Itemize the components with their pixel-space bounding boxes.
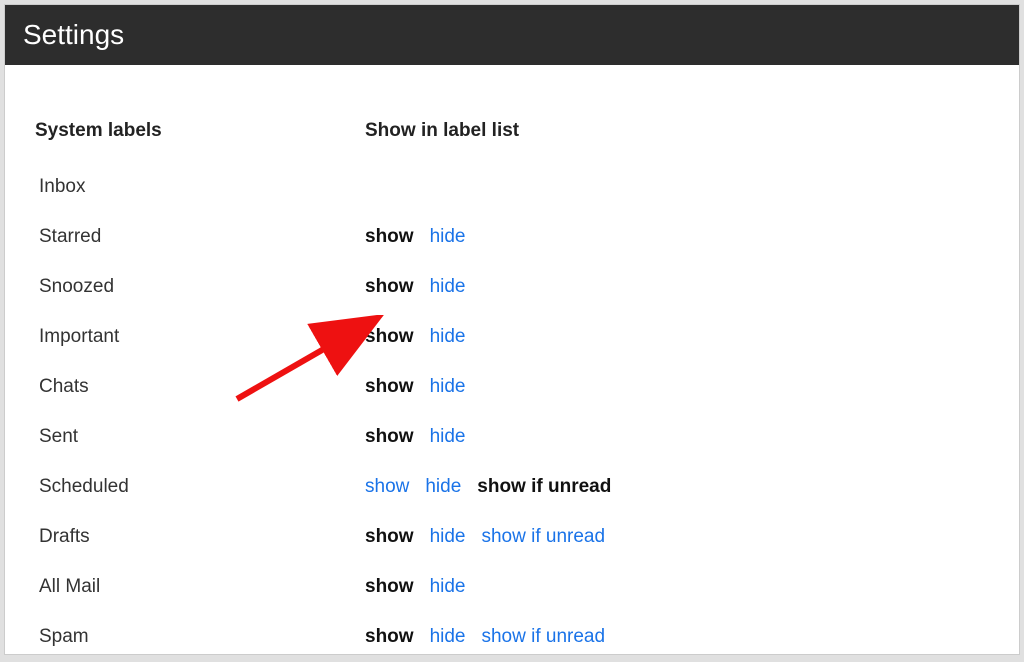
- label-options: show hide show if unread: [365, 476, 611, 498]
- label-options: show hide: [365, 376, 465, 398]
- option-hide[interactable]: hide: [430, 376, 466, 398]
- option-show[interactable]: show: [365, 226, 414, 248]
- option-hide[interactable]: hide: [430, 226, 466, 248]
- option-hide[interactable]: hide: [425, 476, 461, 498]
- table-row: Spamshow hide show if unread: [35, 612, 997, 662]
- label-name: Chats: [35, 376, 365, 398]
- label-options: show hide show if unread: [365, 526, 605, 548]
- label-name: Inbox: [35, 176, 365, 198]
- option-hide[interactable]: hide: [430, 576, 466, 598]
- table-header-row: System labels Show in label list: [35, 106, 997, 156]
- option-show[interactable]: show: [365, 576, 414, 598]
- option-show[interactable]: show: [365, 476, 409, 498]
- option-hide[interactable]: hide: [430, 426, 466, 448]
- label-name: Spam: [35, 626, 365, 648]
- table-row: Draftsshow hide show if unread: [35, 512, 997, 562]
- label-name: Scheduled: [35, 476, 365, 498]
- option-show[interactable]: show: [365, 526, 414, 548]
- table-row: Sentshow hide: [35, 412, 997, 462]
- option-show[interactable]: show: [365, 276, 414, 298]
- label-name: Drafts: [35, 526, 365, 548]
- table-row: Inbox: [35, 162, 997, 212]
- label-name: All Mail: [35, 576, 365, 598]
- table-row: Snoozedshow hide: [35, 262, 997, 312]
- table-row: Starredshow hide: [35, 212, 997, 262]
- label-options: show hide: [365, 326, 465, 348]
- label-options: show hide show if unread: [365, 626, 605, 648]
- option-show-if-unread[interactable]: show if unread: [481, 526, 605, 548]
- label-options: show hide: [365, 226, 465, 248]
- table-row: Chatsshow hide: [35, 362, 997, 412]
- label-options: show hide: [365, 276, 465, 298]
- label-options: show hide: [365, 426, 465, 448]
- label-name: Sent: [35, 426, 365, 448]
- label-options: show hide: [365, 576, 465, 598]
- label-name: Starred: [35, 226, 365, 248]
- settings-tabs: GeneralLabelsInboxAccounts and ImportFil…: [5, 65, 1019, 84]
- option-show[interactable]: show: [365, 326, 414, 348]
- option-hide[interactable]: hide: [430, 276, 466, 298]
- option-hide[interactable]: hide: [430, 626, 466, 648]
- table-row: Scheduledshow hide show if unread: [35, 462, 997, 512]
- option-show-if-unread[interactable]: show if unread: [477, 476, 611, 498]
- option-show[interactable]: show: [365, 626, 414, 648]
- label-name: Important: [35, 326, 365, 348]
- option-show[interactable]: show: [365, 426, 414, 448]
- option-hide[interactable]: hide: [430, 326, 466, 348]
- table-row: Importantshow hide: [35, 312, 997, 362]
- table-row: All Mailshow hide: [35, 562, 997, 612]
- label-name: Snoozed: [35, 276, 365, 298]
- option-show[interactable]: show: [365, 376, 414, 398]
- labels-content: System labels Show in label list Inbox St…: [5, 84, 1019, 662]
- option-show-if-unread[interactable]: show if unread: [481, 626, 605, 648]
- settings-window: Settings GeneralLabelsInboxAccounts and …: [4, 4, 1020, 655]
- system-labels-table: System labels Show in label list Inbox St…: [35, 106, 997, 662]
- option-hide[interactable]: hide: [430, 526, 466, 548]
- column-header-system-labels: System labels: [35, 120, 365, 142]
- page-title: Settings: [5, 5, 1019, 65]
- column-header-show: Show in label list: [365, 120, 519, 142]
